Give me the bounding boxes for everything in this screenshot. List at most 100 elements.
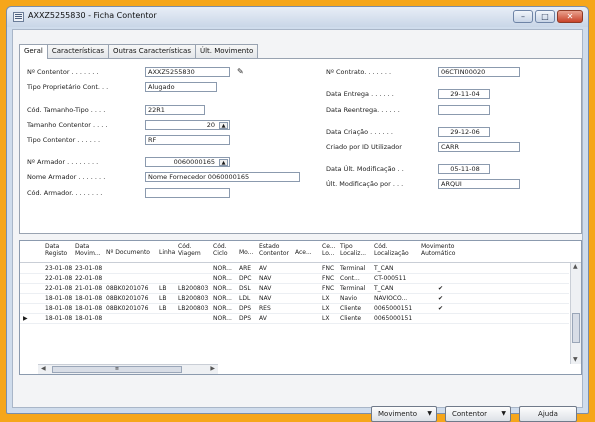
- table-cell: LX: [322, 315, 330, 322]
- ficha-contentor-window: AXXZ5255830 - Ficha Contentor – □ ✕ Gera…: [6, 6, 589, 422]
- table-cell: NOR...: [213, 305, 232, 312]
- table-cell: LB200803: [178, 295, 209, 302]
- tab-geral[interactable]: Geral: [19, 44, 48, 59]
- table-cell: DPC: [239, 275, 252, 282]
- table-row[interactable]: 23-01-08 23-01-08 NOR... ARE AV FNC Terminal T_…: [20, 264, 569, 274]
- col-ce-lo[interactable]: Ce... Lo...: [322, 243, 336, 257]
- table-cell: FNC: [322, 275, 335, 282]
- cod-armador-field[interactable]: [145, 188, 230, 198]
- table-cell: LB200803: [178, 305, 209, 312]
- tab-caracteristicas[interactable]: Características: [46, 44, 110, 58]
- table-cell: Cliente: [340, 305, 362, 312]
- col-movimento-automatico[interactable]: Movimento Automático: [421, 243, 455, 257]
- scroll-up-icon[interactable]: ▲: [573, 263, 578, 271]
- table-cell: ✔: [438, 285, 444, 292]
- label-tipo-proprietario: Tipo Proprietário Cont. . .: [27, 83, 109, 91]
- pencil-icon[interactable]: ✎: [237, 67, 246, 76]
- col-estado-contentor[interactable]: Estado Contentor: [259, 243, 289, 257]
- col-data-movimento[interactable]: Data Movim...: [75, 243, 101, 257]
- label-tipo-contentor: Tipo Contentor . . . . . .: [27, 136, 101, 144]
- data-ult-modificacao-field[interactable]: 05-11-08: [438, 164, 490, 174]
- label-data-reentrega: Data Reentrega. . . . . .: [326, 106, 400, 114]
- lookup-icon[interactable]: ▲: [219, 159, 228, 166]
- scroll-down-icon[interactable]: ▼: [573, 356, 578, 364]
- data-criacao-field[interactable]: 29-12-06: [438, 127, 490, 137]
- table-cell: NAV: [259, 295, 272, 302]
- table-cell: T_CAN: [374, 265, 394, 272]
- table-cell: LB200803: [178, 285, 209, 292]
- criado-por-field[interactable]: CARR: [438, 142, 520, 152]
- label-data-ult-modificacao: Data Últ. Modificação . .: [326, 165, 404, 173]
- scroll-right-icon[interactable]: ▶: [210, 365, 215, 373]
- table-cell: NOR...: [213, 285, 232, 292]
- table-cell: NOR...: [213, 275, 232, 282]
- data-entrega-field[interactable]: 29-11-04: [438, 89, 490, 99]
- col-cod-viagem[interactable]: Cód. Viagem: [178, 243, 201, 257]
- label-cod-armador: Cód. Armador. . . . . . . .: [27, 189, 103, 197]
- no-armador-field[interactable]: 0060000165 ▲: [145, 157, 230, 167]
- title-bar[interactable]: AXXZ5255830 - Ficha Contentor – □ ✕: [7, 7, 588, 27]
- nome-armador-field[interactable]: Nome Fornecedor 0060000165: [145, 172, 300, 182]
- no-contentor-field[interactable]: AXXZ5255830: [145, 67, 230, 77]
- maximize-button[interactable]: □: [535, 10, 555, 23]
- table-cell: LB: [159, 305, 167, 312]
- horizontal-scrollbar[interactable]: ◀ ≡ ▶: [38, 364, 218, 374]
- table-cell: 18-01-08: [45, 305, 73, 312]
- tab-ult-movimento[interactable]: Últ. Movimento: [194, 44, 259, 58]
- horizontal-scroll-thumb[interactable]: ≡: [52, 366, 182, 373]
- table-row[interactable]: ▶ 18-01-08 18-01-08 NOR... DPS AV LX Cliente 006…: [20, 314, 569, 324]
- tamanho-contentor-field[interactable]: 20 ▲: [145, 120, 230, 130]
- no-contrato-field[interactable]: 06CTIN00020: [438, 67, 520, 77]
- col-tipo-localizacao[interactable]: Tipo Localiz...: [340, 243, 366, 257]
- col-cod-ciclo[interactable]: Cód. Ciclo: [213, 243, 228, 257]
- label-tamanho-contentor: Tamanho Contentor . . . .: [27, 121, 108, 129]
- label-cod-tamanho-tipo: Cód. Tamanho-Tipo . . . .: [27, 106, 106, 114]
- table-cell: 0065000151: [374, 305, 413, 312]
- label-nome-armador: Nome Armador . . . . . . .: [27, 173, 106, 181]
- table-cell: FNC: [322, 285, 335, 292]
- table-cell: Terminal: [340, 285, 366, 292]
- table-row[interactable]: 18-01-08 18-01-08 08BK0201076 LB LB200803 NOR…: [20, 304, 569, 314]
- window-title: AXXZ5255830 - Ficha Contentor: [28, 11, 157, 20]
- col-ace[interactable]: Ace...: [295, 249, 312, 256]
- tipo-proprietario-field[interactable]: Alugado: [145, 82, 217, 92]
- col-data-registo[interactable]: Data Registo: [45, 243, 67, 257]
- ult-modificacao-por-field[interactable]: ARQUI: [438, 179, 520, 189]
- table-cell: LX: [322, 305, 330, 312]
- table-cell: DPS: [239, 305, 252, 312]
- tab-outras-caracteristicas[interactable]: Outras Características: [108, 44, 196, 58]
- table-cell: ✔: [438, 295, 444, 302]
- label-no-contentor: Nº Contentor . . . . . . .: [27, 68, 99, 76]
- table-cell: 22-01-08: [75, 275, 103, 282]
- movimentos-grid: Data Registo Data Movim... Nº Documento …: [19, 240, 582, 375]
- no-armador-value: 0060000165: [173, 158, 215, 166]
- minimize-button[interactable]: –: [513, 10, 533, 23]
- label-ult-modificacao-por: Últ. Modificação por . . .: [326, 180, 404, 188]
- table-row[interactable]: 18-01-08 18-01-08 08BK0201076 LB LB200803 NOR…: [20, 294, 569, 304]
- col-cod-localizacao[interactable]: Cód. Localização: [374, 243, 409, 257]
- table-cell: LB: [159, 285, 167, 292]
- table-cell: 23-01-08: [75, 265, 103, 272]
- table-cell: 18-01-08: [45, 315, 73, 322]
- vertical-scroll-thumb[interactable]: [572, 313, 580, 343]
- table-cell: ✔: [438, 305, 444, 312]
- col-linha[interactable]: Linha: [159, 249, 175, 256]
- movimento-button-label: Movimento: [378, 410, 417, 418]
- col-no-documento[interactable]: Nº Documento: [106, 249, 150, 256]
- table-cell: NOR...: [213, 315, 232, 322]
- row-selector-icon: ▶: [23, 315, 28, 322]
- close-button[interactable]: ✕: [557, 10, 583, 23]
- scroll-left-icon[interactable]: ◀: [41, 365, 46, 373]
- tipo-contentor-field[interactable]: RF: [145, 135, 230, 145]
- table-cell: Navio: [340, 295, 358, 302]
- col-mo[interactable]: Mo...: [239, 249, 253, 256]
- cod-tamanho-tipo-field[interactable]: 22R1: [145, 105, 205, 115]
- table-row[interactable]: 22-01-08 22-01-08 NOR... DPC NAV FNC Cont... CT…: [20, 274, 569, 284]
- table-cell: FNC: [322, 265, 335, 272]
- table-row[interactable]: 22-01-08 21-01-08 08BK0201076 LB LB200803 NOR…: [20, 284, 569, 294]
- vertical-scrollbar[interactable]: ▲ ▼: [570, 263, 581, 364]
- data-reentrega-field[interactable]: [438, 105, 490, 115]
- spin-up-icon[interactable]: ▲: [219, 122, 228, 129]
- table-cell: 23-01-08: [45, 265, 73, 272]
- table-cell: AV: [259, 265, 267, 272]
